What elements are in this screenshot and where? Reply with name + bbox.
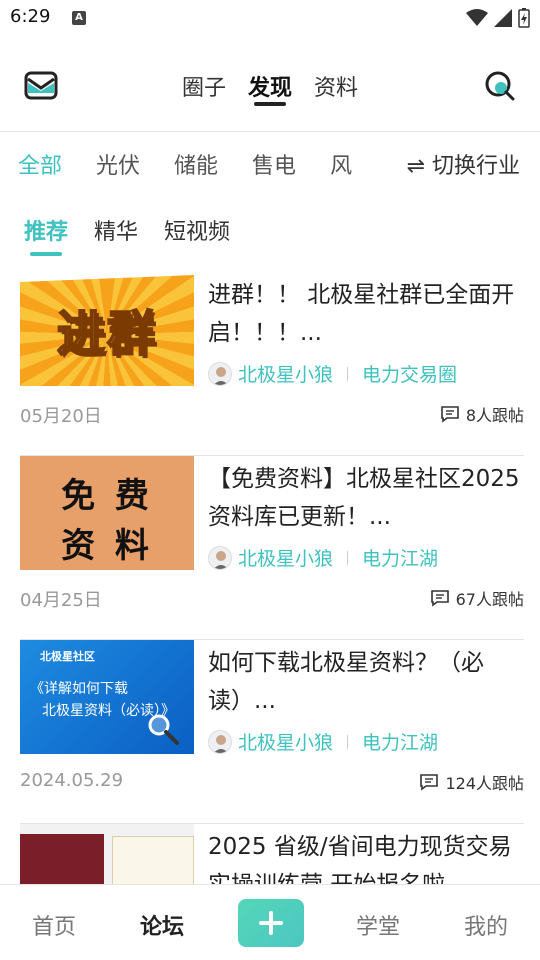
- tab-circle[interactable]: 圈子: [182, 70, 226, 110]
- nav-forum[interactable]: 论坛: [140, 909, 184, 941]
- post-meta: 北极星小狼 电力交易圈: [208, 360, 457, 387]
- avatar[interactable]: [208, 729, 232, 754]
- top-header: 圈子 发现 资料: [0, 52, 540, 132]
- meta-separator: [347, 550, 349, 565]
- author-name[interactable]: 北极星小狼: [238, 728, 333, 755]
- search-icon[interactable]: [484, 70, 516, 106]
- industry-tab-all[interactable]: 全部: [18, 148, 62, 180]
- top-tab-bar: 圈子 发现 资料: [0, 70, 540, 110]
- circle-name[interactable]: 电力江湖: [362, 544, 438, 571]
- reply-count-text: 124人跟帖: [445, 774, 524, 793]
- comment-icon: [430, 590, 449, 607]
- thumbnail-text-line: 免 费: [61, 476, 153, 516]
- sub-tab-bar: 推荐 精华 短视频: [24, 214, 230, 256]
- subtab-short-video[interactable]: 短视频: [164, 214, 230, 254]
- magnifier-icon: [148, 714, 179, 745]
- industry-tab-wind[interactable]: 风: [330, 148, 352, 180]
- circle-name[interactable]: 电力交易圈: [362, 360, 457, 387]
- avatar[interactable]: [208, 361, 232, 386]
- bottom-nav: 首页 论坛 学堂 我的: [0, 884, 540, 960]
- notification-icon: A: [72, 11, 86, 25]
- industry-tab-storage[interactable]: 储能: [174, 148, 218, 180]
- nav-mine[interactable]: 我的: [464, 909, 508, 941]
- thumbnail-text-line: 《详解如何下载: [30, 681, 128, 697]
- switch-industry-button[interactable]: ⇌ 切换行业: [386, 148, 520, 180]
- thumbnail-text-line: 资 料: [61, 526, 153, 566]
- nav-academy[interactable]: 学堂: [356, 909, 400, 941]
- post-feed: 进群 进群！！ 北极星社群已全面开启！！！... 北极星小狼 电力交易圈 05月…: [20, 272, 524, 960]
- meta-separator: [347, 734, 349, 749]
- tab-discover[interactable]: 发现: [248, 70, 292, 110]
- industry-tab-bar: 全部 光伏 储能 售电 风 ⇌ 切换行业: [0, 132, 540, 192]
- reply-count-text: 67人跟帖: [455, 590, 524, 609]
- post-title[interactable]: 进群！！ 北极星社群已全面开启！！！...: [208, 276, 524, 352]
- reply-count: 8人跟帖: [440, 402, 524, 426]
- avatar[interactable]: [208, 545, 232, 570]
- author-name[interactable]: 北极星小狼: [238, 544, 333, 571]
- nav-home[interactable]: 首页: [32, 909, 76, 941]
- comment-icon: [441, 406, 459, 423]
- thumbnail-brand: 北极星社区: [40, 650, 95, 663]
- reply-count: 67人跟帖: [430, 586, 524, 610]
- publish-plus-button[interactable]: [238, 899, 304, 947]
- wifi-icon: [466, 9, 488, 26]
- industry-tab-retail[interactable]: 售电: [252, 148, 296, 180]
- industry-tab-pv[interactable]: 光伏: [96, 148, 140, 180]
- post-title[interactable]: 如何下载北极星资料？（必读）...: [208, 644, 524, 720]
- status-bar: 6:29 A: [0, 0, 540, 36]
- post-date: 05月20日: [20, 406, 102, 427]
- post-thumbnail: 免 费 资 料: [20, 456, 194, 570]
- post-card[interactable]: 免 费 资 料 【免费资料】北极星社区2025资料库已更新！... 北极星小狼 …: [20, 456, 524, 640]
- comment-icon: [420, 774, 439, 791]
- tab-materials[interactable]: 资料: [314, 70, 358, 110]
- post-card[interactable]: 进群 进群！！ 北极星社群已全面开启！！！... 北极星小狼 电力交易圈 05月…: [20, 272, 524, 456]
- author-name[interactable]: 北极星小狼: [238, 360, 333, 387]
- signal-icon: [494, 9, 512, 27]
- battery-icon: [518, 8, 530, 28]
- post-meta: 北极星小狼 电力江湖: [208, 544, 438, 571]
- post-card[interactable]: 北极星社区 《详解如何下载 北极星资料（必读）》 如何下载北极星资料？（必读）.…: [20, 640, 524, 824]
- reply-count-text: 8人跟帖: [465, 406, 524, 425]
- reply-count: 124人跟帖: [419, 770, 524, 794]
- status-time: 6:29: [10, 6, 51, 27]
- post-thumbnail: 北极星社区 《详解如何下载 北极星资料（必读）》: [20, 640, 194, 754]
- post-meta: 北极星小狼 电力江湖: [208, 728, 438, 755]
- circle-name[interactable]: 电力江湖: [362, 728, 438, 755]
- meta-separator: [347, 366, 349, 381]
- subtab-featured[interactable]: 精华: [94, 214, 138, 254]
- subtab-recommend[interactable]: 推荐: [24, 214, 68, 256]
- post-date: 04月25日: [20, 590, 102, 611]
- post-date: 2024.05.29: [20, 770, 124, 791]
- thumbnail-text: 进群: [56, 305, 157, 363]
- post-thumbnail: 进群: [20, 272, 194, 386]
- post-title[interactable]: 【免费资料】北极星社区2025资料库已更新！...: [208, 460, 524, 536]
